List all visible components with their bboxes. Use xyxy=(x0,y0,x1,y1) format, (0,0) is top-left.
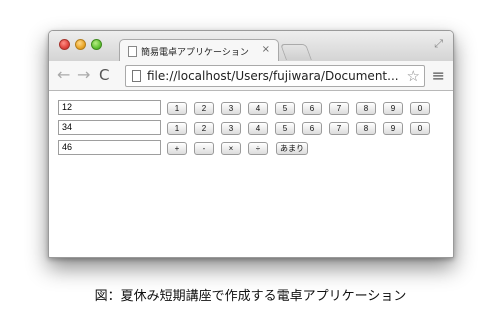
operand2-input[interactable]: 34 xyxy=(58,120,161,135)
browser-toolbar: ← → C file://localhost/Users/fujiwara/Do… xyxy=(49,61,453,91)
digit-key-6-row1[interactable]: 6 xyxy=(302,102,322,115)
menu-icon[interactable]: ≡ xyxy=(432,66,445,85)
digit-key-5-row2[interactable]: 5 xyxy=(275,122,295,135)
operand1-input[interactable]: 12 xyxy=(58,100,161,115)
tab-calculator[interactable]: 簡易電卓アプリケーション × xyxy=(119,39,279,62)
digit-key-9-row2[interactable]: 9 xyxy=(383,122,403,135)
digit-key-9-row1[interactable]: 9 xyxy=(383,102,403,115)
title-bar: 簡易電卓アプリケーション × ⤢ xyxy=(49,31,453,62)
digit-key-5-row1[interactable]: 5 xyxy=(275,102,295,115)
minimize-window-icon[interactable] xyxy=(75,39,86,50)
bookmark-star-icon[interactable]: ☆ xyxy=(407,67,420,85)
tab-close-icon[interactable]: × xyxy=(262,44,270,55)
digit-key-6-row2[interactable]: 6 xyxy=(302,122,322,135)
back-icon[interactable]: ← xyxy=(57,65,70,84)
digit-key-3-row1[interactable]: 3 xyxy=(221,102,241,115)
address-bar[interactable]: file://localhost/Users/fujiwara/Document… xyxy=(125,65,425,87)
digit-key-7-row2[interactable]: 7 xyxy=(329,122,349,135)
page-content: 12 34 46 1 2 3 4 5 6 7 8 9 0 1 2 3 4 5 6… xyxy=(49,92,453,257)
zoom-window-icon[interactable] xyxy=(91,39,102,50)
digit-key-4-row1[interactable]: 4 xyxy=(248,102,268,115)
tab-title: 簡易電卓アプリケーション xyxy=(141,47,249,58)
fullscreen-icon[interactable]: ⤢ xyxy=(434,37,443,51)
digit-key-8-row1[interactable]: 8 xyxy=(356,102,376,115)
multiply-button[interactable]: × xyxy=(221,142,241,155)
add-button[interactable]: + xyxy=(167,142,187,155)
subtract-button[interactable]: - xyxy=(194,142,214,155)
result-input[interactable]: 46 xyxy=(58,140,161,155)
digit-key-3-row2[interactable]: 3 xyxy=(221,122,241,135)
close-window-icon[interactable] xyxy=(59,39,70,50)
new-tab-button[interactable] xyxy=(280,44,312,60)
figure-caption: 図：夏休み短期講座で作成する電卓アプリケーション xyxy=(94,289,407,304)
digit-key-2-row2[interactable]: 2 xyxy=(194,122,214,135)
page-icon xyxy=(128,45,137,57)
digit-key-4-row2[interactable]: 4 xyxy=(248,122,268,135)
digit-key-7-row1[interactable]: 7 xyxy=(329,102,349,115)
digit-key-2-row1[interactable]: 2 xyxy=(194,102,214,115)
reload-icon[interactable]: C xyxy=(99,66,109,84)
url-text[interactable]: file://localhost/Users/fujiwara/Document… xyxy=(147,69,403,83)
browser-window: 簡易電卓アプリケーション × ⤢ ← → C file://localhost/… xyxy=(48,30,454,258)
document-icon xyxy=(132,70,141,82)
digit-key-1-row2[interactable]: 1 xyxy=(167,122,187,135)
digit-key-0-row1[interactable]: 0 xyxy=(410,102,430,115)
remainder-button[interactable]: あまり xyxy=(276,142,308,155)
digit-key-1-row1[interactable]: 1 xyxy=(167,102,187,115)
forward-icon[interactable]: → xyxy=(77,65,90,84)
digit-key-0-row2[interactable]: 0 xyxy=(410,122,430,135)
digit-key-8-row2[interactable]: 8 xyxy=(356,122,376,135)
divide-button[interactable]: ÷ xyxy=(248,142,268,155)
